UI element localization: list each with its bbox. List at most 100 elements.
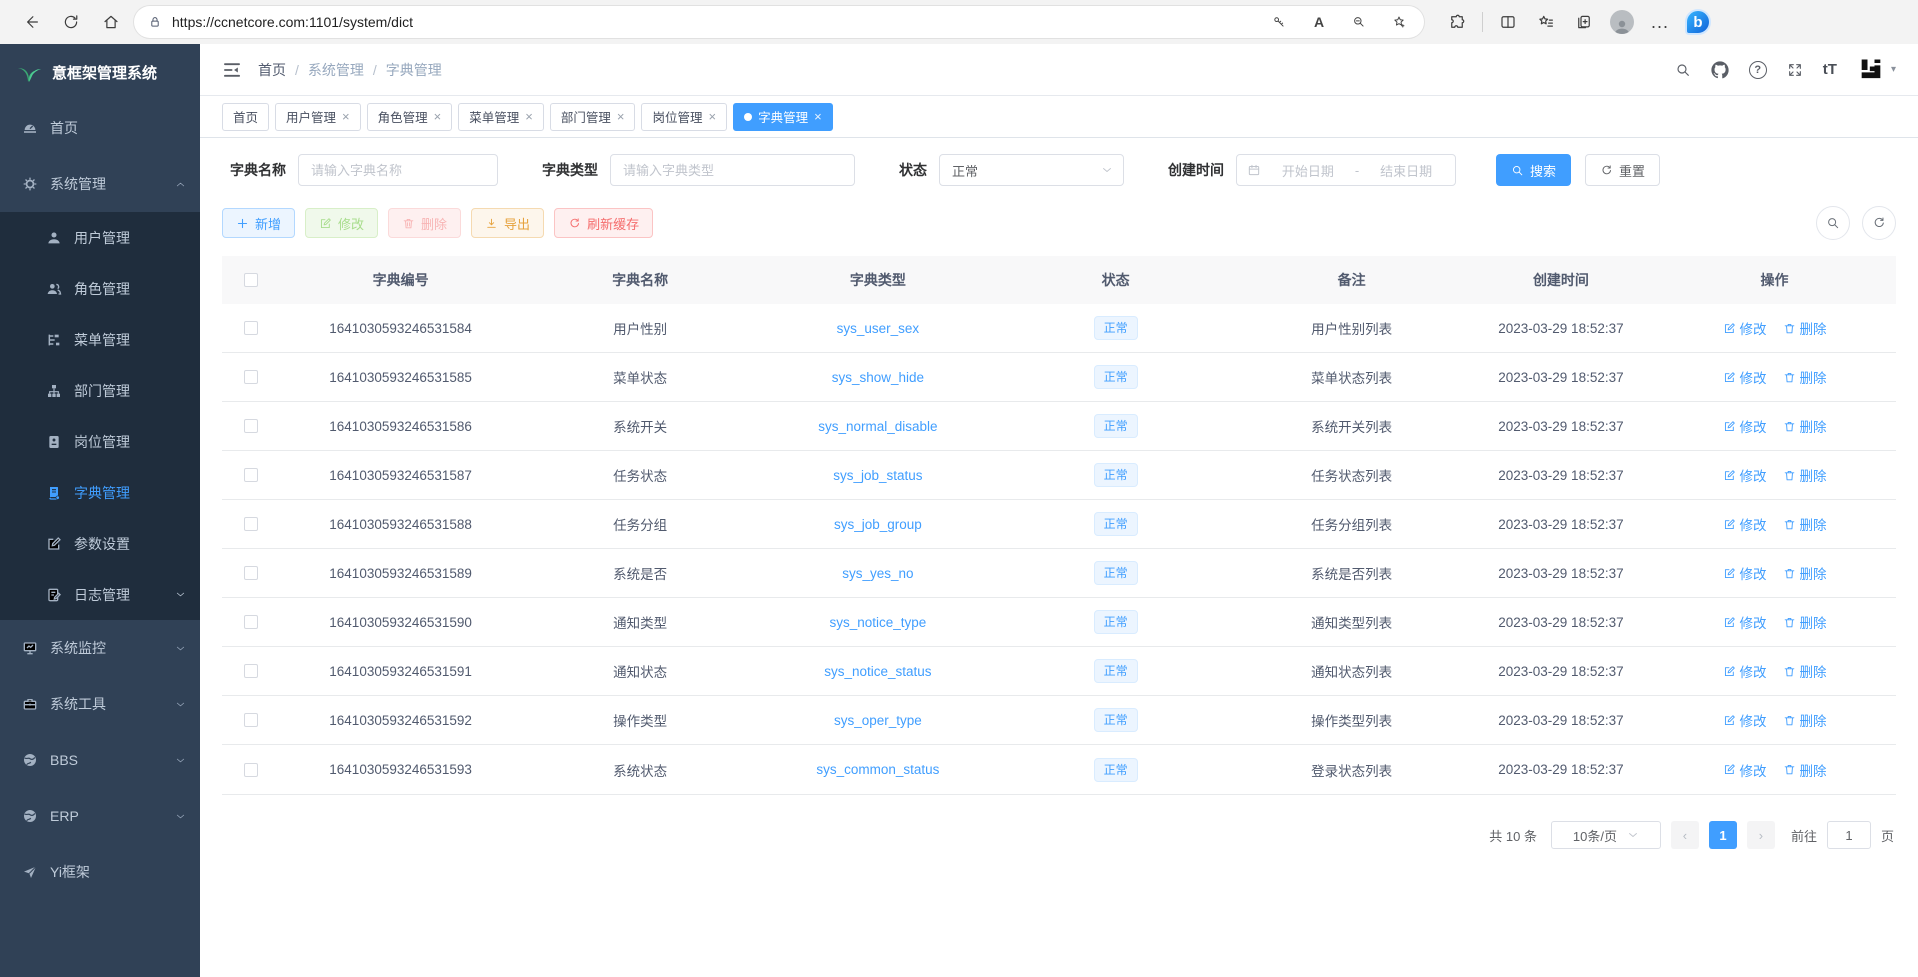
- github-link-button[interactable]: [1711, 61, 1729, 79]
- row-delete-button[interactable]: 删除: [1783, 760, 1827, 780]
- row-edit-button[interactable]: 修改: [1723, 318, 1767, 338]
- select-all-checkbox[interactable]: [244, 273, 258, 287]
- edit-button-disabled[interactable]: 修改: [305, 208, 378, 238]
- row-edit-button[interactable]: 修改: [1723, 465, 1767, 485]
- refresh-table-button[interactable]: [1862, 206, 1896, 240]
- sidebar-item-menus[interactable]: 菜单管理: [0, 314, 200, 365]
- browser-reload-button[interactable]: [54, 5, 88, 39]
- status-select[interactable]: 正常: [939, 154, 1124, 186]
- tab-menus[interactable]: 菜单管理 ×: [458, 103, 544, 131]
- sidebar-logo[interactable]: 意框架管理系统: [0, 44, 200, 100]
- export-button[interactable]: 导出: [471, 208, 544, 238]
- dict-type-link[interactable]: sys_user_sex: [837, 321, 920, 336]
- browser-profile-button[interactable]: [1605, 5, 1639, 39]
- row-edit-button[interactable]: 修改: [1723, 710, 1767, 730]
- row-checkbox[interactable]: [244, 419, 258, 433]
- sidebar-item-dict[interactable]: 字典管理: [0, 467, 200, 518]
- tab-close-icon[interactable]: ×: [342, 109, 350, 124]
- saved-password-button[interactable]: [1264, 8, 1294, 36]
- page-size-select[interactable]: 10条/页: [1551, 821, 1661, 849]
- sidebar-item-tools[interactable]: 系统工具: [0, 676, 200, 732]
- row-checkbox[interactable]: [244, 370, 258, 384]
- row-checkbox[interactable]: [244, 615, 258, 629]
- dict-type-link[interactable]: sys_job_group: [834, 517, 922, 532]
- sidebar-item-params[interactable]: 参数设置: [0, 518, 200, 569]
- tab-close-icon[interactable]: ×: [434, 109, 442, 124]
- tab-close-icon[interactable]: ×: [617, 109, 625, 124]
- row-checkbox[interactable]: [244, 664, 258, 678]
- refresh-cache-button[interactable]: 刷新缓存: [554, 208, 653, 238]
- header-search-button[interactable]: [1675, 62, 1691, 78]
- date-range-picker[interactable]: 开始日期 - 结束日期: [1236, 154, 1456, 186]
- row-edit-button[interactable]: 修改: [1723, 416, 1767, 436]
- row-delete-button[interactable]: 删除: [1783, 465, 1827, 485]
- sidebar-item-posts[interactable]: 岗位管理: [0, 416, 200, 467]
- dict-type-link[interactable]: sys_job_status: [833, 468, 922, 483]
- row-delete-button[interactable]: 删除: [1783, 563, 1827, 583]
- sidebar-item-bbs[interactable]: BBS: [0, 732, 200, 788]
- sidebar-item-erp[interactable]: ERP: [0, 788, 200, 844]
- browser-back-button[interactable]: [14, 5, 48, 39]
- row-checkbox[interactable]: [244, 321, 258, 335]
- copilot-button[interactable]: b: [1681, 5, 1715, 39]
- fullscreen-button[interactable]: [1787, 62, 1803, 78]
- user-avatar-button[interactable]: ▾: [1857, 56, 1896, 84]
- add-button[interactable]: 新增: [222, 208, 295, 238]
- url-text[interactable]: https://ccnetcore.com:1101/system/dict: [172, 14, 1254, 30]
- dict-type-link[interactable]: sys_show_hide: [832, 370, 924, 385]
- row-edit-button[interactable]: 修改: [1723, 760, 1767, 780]
- sidebar-item-home[interactable]: 首页: [0, 100, 200, 156]
- toggle-search-button[interactable]: [1816, 206, 1850, 240]
- browser-home-button[interactable]: [94, 5, 128, 39]
- dict-type-link[interactable]: sys_notice_status: [824, 664, 931, 679]
- sidebar-item-users[interactable]: 用户管理: [0, 212, 200, 263]
- prev-page-button[interactable]: ‹: [1671, 821, 1699, 849]
- dict-type-link[interactable]: sys_notice_type: [829, 615, 926, 630]
- row-checkbox[interactable]: [244, 763, 258, 777]
- row-checkbox[interactable]: [244, 566, 258, 580]
- tab-roles[interactable]: 角色管理 ×: [367, 103, 453, 131]
- row-edit-button[interactable]: 修改: [1723, 612, 1767, 632]
- breadcrumb-system[interactable]: 系统管理: [308, 60, 364, 80]
- font-size-button[interactable]: tT: [1823, 61, 1837, 78]
- sidebar-item-logs[interactable]: 日志管理: [0, 569, 200, 620]
- tab-departments[interactable]: 部门管理 ×: [550, 103, 636, 131]
- delete-button-disabled[interactable]: 删除: [388, 208, 461, 238]
- add-favorite-button[interactable]: [1384, 8, 1414, 36]
- sidebar-item-departments[interactable]: 部门管理: [0, 365, 200, 416]
- row-checkbox[interactable]: [244, 713, 258, 727]
- dict-type-input[interactable]: [610, 154, 855, 186]
- reset-button[interactable]: 重置: [1585, 154, 1660, 186]
- read-aloud-button[interactable]: A: [1304, 8, 1334, 36]
- next-page-button[interactable]: ›: [1747, 821, 1775, 849]
- browser-settings-button[interactable]: ...: [1643, 5, 1677, 39]
- dict-name-input[interactable]: [298, 154, 498, 186]
- tab-close-icon[interactable]: ×: [525, 109, 533, 124]
- sidebar-item-system[interactable]: 系统管理: [0, 156, 200, 212]
- row-edit-button[interactable]: 修改: [1723, 563, 1767, 583]
- current-page-button[interactable]: 1: [1709, 821, 1737, 849]
- row-delete-button[interactable]: 删除: [1783, 367, 1827, 387]
- row-delete-button[interactable]: 删除: [1783, 661, 1827, 681]
- row-delete-button[interactable]: 删除: [1783, 318, 1827, 338]
- row-delete-button[interactable]: 删除: [1783, 612, 1827, 632]
- dict-type-link[interactable]: sys_oper_type: [834, 713, 922, 728]
- row-delete-button[interactable]: 删除: [1783, 514, 1827, 534]
- dict-type-link[interactable]: sys_yes_no: [842, 566, 913, 581]
- tab-close-icon[interactable]: ×: [708, 109, 716, 124]
- row-checkbox[interactable]: [244, 468, 258, 482]
- row-checkbox[interactable]: [244, 517, 258, 531]
- help-button[interactable]: ?: [1749, 61, 1767, 79]
- address-bar[interactable]: https://ccnetcore.com:1101/system/dict A: [134, 6, 1424, 38]
- search-button[interactable]: 搜索: [1496, 154, 1571, 186]
- sidebar-collapse-button[interactable]: [222, 60, 242, 80]
- sidebar-item-roles[interactable]: 角色管理: [0, 263, 200, 314]
- browser-collections-button[interactable]: [1567, 5, 1601, 39]
- browser-favorites-button[interactable]: [1529, 5, 1563, 39]
- browser-split-screen-button[interactable]: [1491, 5, 1525, 39]
- row-edit-button[interactable]: 修改: [1723, 367, 1767, 387]
- tab-close-icon[interactable]: ×: [814, 109, 822, 124]
- dict-type-link[interactable]: sys_normal_disable: [818, 419, 937, 434]
- breadcrumb-home[interactable]: 首页: [258, 60, 286, 80]
- browser-extensions-button[interactable]: [1440, 5, 1474, 39]
